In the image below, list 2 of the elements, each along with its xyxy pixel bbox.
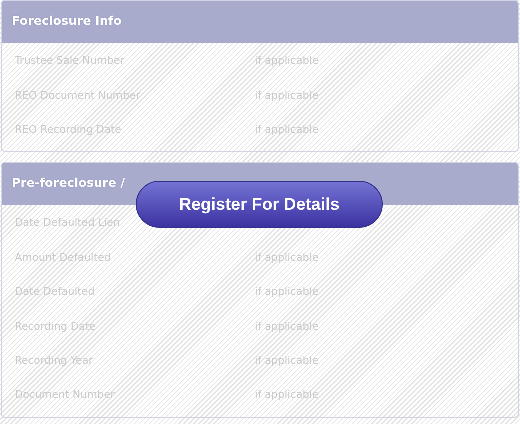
section-header: Foreclosure Info — [2, 1, 518, 43]
register-button[interactable]: Register For Details — [136, 181, 383, 228]
